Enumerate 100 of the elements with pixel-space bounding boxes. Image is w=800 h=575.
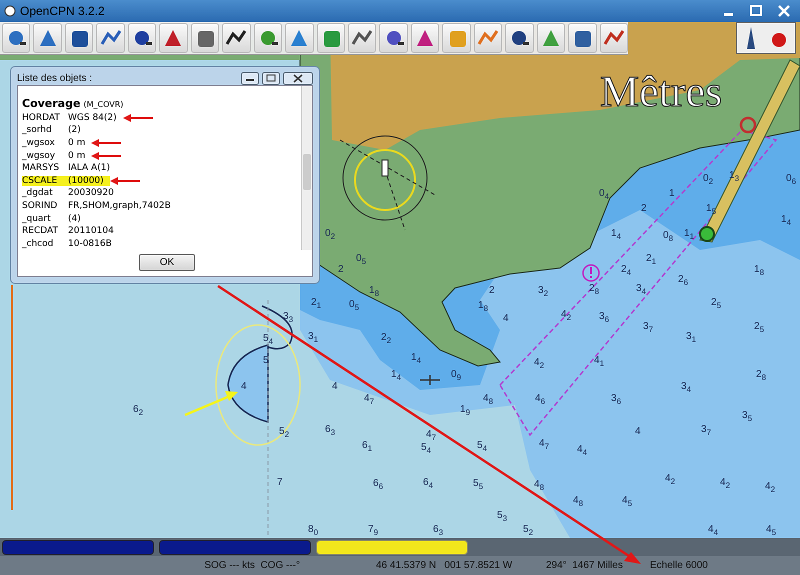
depth-sounding: 3$_{4}$: [681, 382, 692, 394]
lighthouse-icon: [340, 136, 436, 230]
depth-sounding: 4: [503, 314, 509, 324]
depth-sounding: 5$_{2}$: [523, 525, 534, 537]
depth-sounding: 4$_{5}$: [622, 496, 632, 508]
attribute-value: 0 m: [68, 138, 86, 148]
depth-sounding: 4$_{2}$: [720, 478, 730, 490]
depth-sounding: 1$_{3}$: [729, 171, 740, 183]
depth-sounding: 4$_{2}$: [765, 482, 776, 494]
close-icon[interactable]: [283, 72, 313, 85]
depth-sounding: 2$_{8}$: [756, 370, 766, 382]
depth-sounding: 4$_{2}$: [665, 474, 676, 486]
attribute-name: _wgsoy: [22, 150, 56, 161]
units-label: Mêtres: [600, 70, 722, 114]
depth-sounding: 4$_{8}$: [573, 496, 584, 508]
depth-sounding: 4: [635, 427, 641, 437]
depth-sounding: 0$_{8}$: [663, 231, 674, 243]
depth-sounding: 0$_{5}$: [349, 300, 360, 312]
depth-sounding: 6$_{6}$: [373, 479, 384, 491]
attribute-value: 10-0816B: [68, 238, 113, 249]
minimize-icon[interactable]: [241, 72, 259, 85]
depth-sounding: 2$_{4}$: [621, 265, 632, 277]
depth-sounding: 4$_{1}$: [594, 356, 604, 368]
depth-sounding: 6$_{3}$: [325, 425, 336, 437]
depth-sounding: 0$_{2}$: [325, 229, 336, 241]
depth-sounding: 4$_{5}$: [766, 525, 776, 537]
depth-sounding: 0$_{9}$: [451, 370, 462, 382]
depth-sounding: 1$_{8}$: [478, 301, 488, 313]
depth-sounding: 4: [241, 382, 247, 392]
scrollbar[interactable]: [301, 86, 312, 250]
chart-bar-item[interactable]: [159, 540, 311, 554]
attribute-name: _wgsox: [22, 138, 56, 148]
attribute-value: 0 m: [68, 150, 86, 161]
depth-sounding: 1$_{9}$: [460, 405, 470, 417]
depth-sounding: 1$_{4}$: [391, 370, 402, 382]
attribute-name: _quart: [22, 214, 52, 224]
depth-sounding: 2: [489, 286, 495, 296]
chart-bar-item[interactable]: [2, 540, 154, 554]
attribute-name: CSCALE: [22, 176, 68, 186]
compass-panel[interactable]: [736, 22, 796, 54]
attribute-value: WGS 84(2): [68, 112, 118, 123]
depth-sounding: 2: [641, 204, 647, 214]
depth-sounding: 7: [277, 478, 283, 488]
depth-sounding: 2$_{8}$: [589, 284, 600, 296]
depth-sounding: 1$_{8}$: [754, 265, 764, 277]
depth-sounding: 4$_{2}$: [561, 310, 572, 322]
depth-sounding: 3$_{6}$: [611, 394, 622, 406]
depth-sounding: 4$_{7}$: [364, 394, 374, 406]
app-icon: [4, 5, 16, 17]
window-title: OpenCPN 3.2.2: [20, 4, 105, 18]
depth-sounding: 3$_{1}$: [686, 332, 696, 344]
depth-sounding: 2$_{5}$: [711, 298, 722, 310]
attribute-value: (10000): [68, 176, 110, 186]
depth-sounding: 1$_{1}$: [684, 229, 694, 241]
depth-sounding: 1$_{4}$: [781, 215, 792, 227]
depth-sounding: 1$_{4}$: [611, 229, 622, 241]
depth-sounding: 0$_{2}$: [703, 174, 714, 186]
depth-sounding: 3$_{3}$: [283, 312, 294, 324]
depth-sounding: 4$_{4}$: [577, 445, 588, 457]
depth-sounding: 5$_{3}$: [497, 511, 508, 523]
chart-bar-item[interactable]: [316, 540, 468, 554]
scale-readout: Echelle 6000: [650, 560, 708, 571]
depth-sounding: 6$_{4}$: [423, 478, 434, 490]
depth-sounding: 5$_{5}$: [473, 479, 484, 491]
attribute-value: (4): [68, 214, 82, 224]
depth-sounding: 6$_{2}$: [133, 405, 144, 417]
depth-sounding: 6$_{3}$: [433, 525, 444, 537]
depth-sounding: 1$_{8}$: [369, 286, 380, 298]
depth-sounding: 4$_{7}$: [539, 439, 550, 451]
attribute-value: FR,SHOM,graph,7402B: [68, 200, 172, 211]
depth-sounding: 3$_{4}$: [636, 284, 646, 296]
circle-marker-icon: [740, 116, 756, 134]
attribute-name: _chcod: [22, 238, 54, 249]
depth-sounding: 4$_{8}$: [534, 480, 544, 492]
depth-sounding: 2$_{1}$: [646, 254, 656, 266]
depth-sounding: 2$_{6}$: [678, 275, 688, 287]
depth-sounding: 3$_{1}$: [308, 332, 318, 344]
depth-sounding: 5$_{4}$: [263, 334, 274, 346]
depth-sounding: 3$_{7}$: [701, 425, 712, 437]
attribute-name: _dgdat: [22, 188, 54, 198]
depth-sounding: 4$_{4}$: [708, 525, 718, 537]
ok-button[interactable]: OK: [139, 254, 195, 271]
wreck-icon: [419, 374, 441, 386]
warning-icon: [582, 264, 600, 282]
depth-sounding: 3$_{2}$: [538, 286, 548, 298]
depth-sounding: 4$_{7}$: [426, 430, 436, 442]
depth-sounding: 7$_{9}$: [368, 525, 378, 537]
depth-sounding: 4: [332, 382, 338, 392]
depth-sounding: 2$_{2}$: [381, 333, 392, 345]
buoy-icon: [699, 226, 715, 242]
attribute-name: SORIND: [22, 200, 58, 211]
maximize-icon[interactable]: [262, 72, 280, 85]
depth-sounding: 0$_{5}$: [356, 254, 366, 266]
object-code: (M_COVR): [83, 100, 124, 110]
depth-sounding: 3$_{5}$: [742, 411, 752, 423]
depth-sounding: 1: [669, 189, 675, 199]
attribute-value: IALA A(1): [68, 163, 111, 174]
object-name: Coverage: [22, 97, 80, 110]
bearing-readout: 294° 1467 Milles: [546, 560, 624, 571]
depth-sounding: 5$_{4}$: [477, 441, 488, 453]
